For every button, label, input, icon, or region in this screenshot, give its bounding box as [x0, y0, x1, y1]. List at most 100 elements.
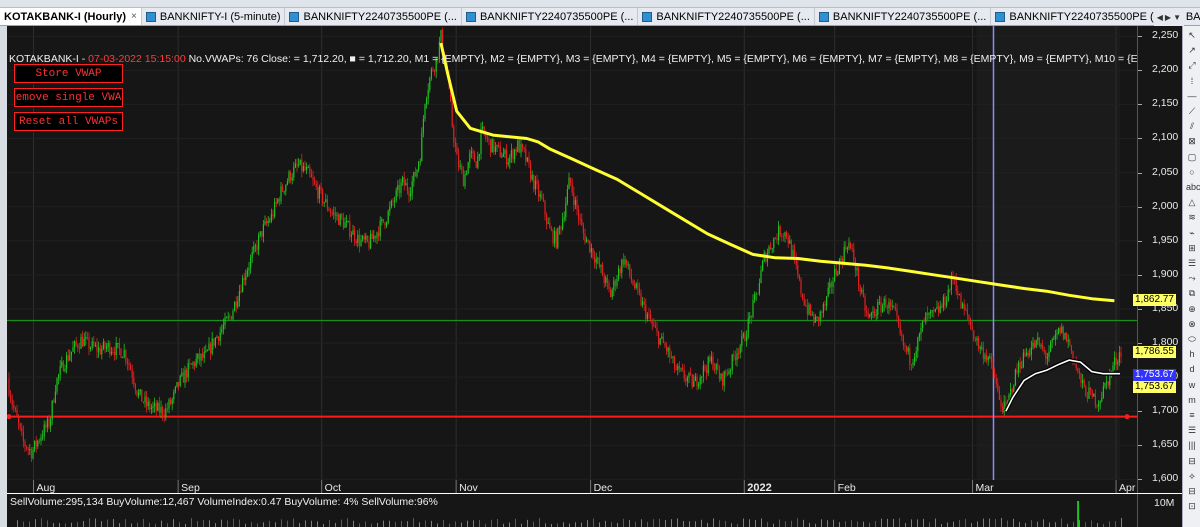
candle-body [21, 427, 23, 432]
candle-body [344, 222, 346, 228]
toolbar-tool-icon-5[interactable]: ⟋ [1186, 106, 1198, 116]
toolbar-tool-icon-16[interactable]: ⤳ [1186, 273, 1198, 283]
toolbar-tool-icon-10[interactable]: abc [1186, 182, 1200, 192]
chart-tab-2[interactable]: BANKNIFTY2240735500PE (... [285, 8, 462, 25]
chart-tab-0[interactable]: KOTAKBANK-I (Hourly) × [0, 8, 142, 25]
candle-body [470, 151, 472, 154]
price-chart-pane[interactable]: Aug Sep Oct Nov Dec 2022 Feb Mar Apr KOTAKBANK-I… [7, 26, 1137, 493]
candle-body [893, 305, 895, 308]
volume-bar [953, 521, 954, 527]
candle-body [584, 233, 586, 243]
remove-single-vwap-button[interactable]: emove single VWA [14, 88, 123, 107]
volume-bar [995, 518, 996, 527]
volume-bar [971, 523, 972, 527]
volume-pane[interactable]: SellVolume:295,134 BuyVolume:12,467 Volu… [7, 494, 1137, 527]
chart-tab-5[interactable]: BANKNIFTY2240735500PE (... [815, 8, 992, 25]
toolbar-tool-icon-19[interactable]: ⊗ [1186, 319, 1198, 329]
toolbar-tool-icon-12[interactable]: ≋ [1186, 212, 1198, 222]
toolbar-tool-icon-1[interactable]: ↗ [1186, 45, 1198, 55]
toolbar-tool-icon-8[interactable]: ▢ [1186, 152, 1198, 162]
volume-bar [455, 521, 456, 527]
toolbar-tool-icon-31[interactable]: ⊡ [1186, 501, 1198, 511]
volume-bar [791, 520, 792, 527]
candle-body [37, 440, 39, 447]
price-tick-label: 1,600 [1152, 472, 1179, 485]
candle-body [883, 298, 885, 306]
tab-scroll-left-icon[interactable]: ◀ [1157, 13, 1163, 22]
candle-body [573, 192, 575, 206]
toolbar-tool-icon-6[interactable]: ⫽ [1186, 121, 1198, 131]
chart-tab-3[interactable]: BANKNIFTY2240735500PE (... [462, 8, 639, 25]
chart-tab-6[interactable]: BANKNIFTY2240735500PE (... [991, 8, 1168, 25]
chart-tab-1[interactable]: BANKNIFTY-I (5-minute) [142, 8, 286, 25]
toolbar-tool-icon-2[interactable]: ⤢ [1186, 60, 1198, 70]
toolbar-tool-icon-20[interactable]: ⬭ [1186, 334, 1198, 344]
toolbar-tool-icon-23[interactable]: w [1186, 380, 1198, 390]
candle-body [611, 290, 613, 298]
toolbar-tool-icon-26[interactable]: ☰ [1186, 425, 1198, 435]
candle-body [1018, 362, 1020, 373]
candle-body [42, 436, 44, 438]
candle-body [77, 344, 79, 349]
toolbar-tool-icon-18[interactable]: ⊕ [1186, 304, 1198, 314]
toolbar-tool-icon-22[interactable]: d [1186, 364, 1198, 374]
candle-body [774, 238, 776, 240]
store-vwap-button[interactable]: Store VWAP [14, 64, 123, 83]
candle-body [581, 219, 583, 226]
candle-body [608, 282, 610, 290]
candle-body [803, 298, 805, 306]
volume-bar [1037, 521, 1038, 527]
volume-bar [1001, 518, 1002, 527]
chart-tab-icon [145, 11, 156, 22]
price-chart-svg[interactable]: Aug Sep Oct Nov Dec 2022 Feb Mar Apr [7, 26, 1137, 493]
toolbar-tool-icon-25[interactable]: ≡ [1186, 410, 1198, 420]
toolbar-tool-icon-30[interactable]: ⊟ [1186, 486, 1198, 496]
toolbar-tool-icon-28[interactable]: ⊟ [1186, 456, 1198, 466]
toolbar-tool-icon-15[interactable]: ☰ [1186, 258, 1198, 268]
candle-body [925, 312, 927, 322]
candle-body [594, 256, 596, 263]
x-axis-label-feb: Feb [838, 482, 856, 493]
volume-bar [929, 522, 930, 527]
candle-body [1086, 396, 1088, 399]
toolbar-tool-icon-13[interactable]: ⌁ [1186, 228, 1198, 238]
price-tick-label: 2,200 [1152, 63, 1179, 76]
candle-body [917, 337, 919, 352]
toolbar-tool-icon-11[interactable]: △ [1186, 197, 1198, 207]
volume-bar [641, 519, 642, 527]
candle-body [454, 142, 456, 147]
volume-bar [857, 521, 858, 527]
tab-list-menu-icon[interactable]: ▼ [1173, 13, 1181, 22]
tab-scroll-right-icon[interactable]: ▶ [1165, 13, 1171, 22]
candle-body [62, 361, 64, 372]
candle-body [362, 236, 364, 240]
volume-bar [1073, 521, 1074, 527]
toolbar-tool-icon-7[interactable]: ⊠ [1186, 136, 1198, 146]
candle-body [691, 374, 693, 387]
toolbar-tool-icon-24[interactable]: m [1186, 395, 1198, 405]
toolbar-tool-icon-21[interactable]: h [1186, 349, 1198, 359]
toolbar-tool-icon-14[interactable]: ⊞ [1186, 243, 1198, 253]
toolbar-tool-icon-3[interactable]: ⁞ [1186, 76, 1198, 86]
candle-body [178, 382, 180, 386]
toolbar-tool-icon-27[interactable]: ||| [1186, 440, 1198, 450]
toolbar-tool-icon-4[interactable]: — [1186, 91, 1198, 101]
toolbar-tool-icon-9[interactable]: ○ [1186, 167, 1198, 177]
candle-body [211, 338, 213, 354]
chart-tab-4[interactable]: BANKNIFTY2240735500PE (... [638, 8, 815, 25]
candle-body [192, 362, 194, 365]
volume-bar [545, 523, 546, 527]
close-tab-icon[interactable]: × [131, 11, 137, 22]
price-tick-label: 1,900 [1152, 267, 1179, 280]
toolbar-tool-icon-29[interactable]: ⟡ [1186, 471, 1198, 481]
price-axis[interactable]: 2,250 2,200 2,150 2,100 2,050 2,000 1,950 1,900… [1133, 26, 1182, 493]
candle-body [141, 389, 143, 402]
candle-body [307, 167, 309, 169]
volume-bar [383, 520, 384, 527]
candle-body [80, 337, 82, 349]
candle-body [635, 283, 637, 288]
toolbar-tool-icon-0[interactable]: ↖ [1186, 30, 1198, 40]
toolbar-tool-icon-17[interactable]: ⧉ [1186, 288, 1198, 298]
reset-all-vwaps-button[interactable]: Reset all VWAPs [14, 112, 123, 131]
candle-body [510, 150, 512, 158]
